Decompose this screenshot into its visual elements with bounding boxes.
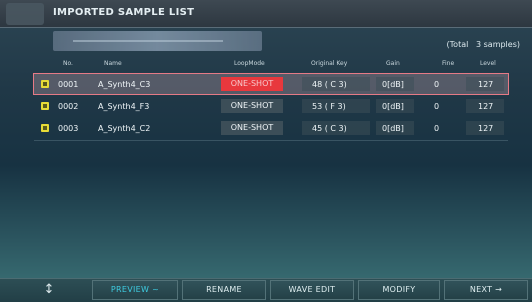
row-no: 0003 (58, 124, 79, 133)
row-original-key[interactable]: 45 ( C 3) (312, 124, 347, 133)
window-title: IMPORTED SAMPLE LIST (53, 7, 195, 18)
row-original-key[interactable]: 48 ( C 3) (312, 80, 347, 89)
total-value: 3 samples) (475, 40, 520, 49)
title-bar: IMPORTED SAMPLE LIST (0, 0, 532, 28)
wave-edit-button[interactable]: WAVE EDIT (270, 280, 354, 300)
row-name: A_Synth4_F3 (98, 102, 150, 111)
sample-row[interactable]: 0002 A_Synth4_F3 ONE-SHOT 53 ( F 3) 0[dB… (34, 96, 508, 116)
path-text-blur (73, 40, 223, 42)
row-name: A_Synth4_C3 (98, 80, 151, 89)
rename-button[interactable]: RENAME (182, 280, 266, 300)
header-no: No. (63, 60, 73, 67)
header-name: Name (104, 60, 122, 67)
row-gain[interactable]: 0[dB] (382, 124, 404, 133)
row-level[interactable]: 127 (478, 80, 493, 89)
header-loop-mode: LoopMode (234, 60, 265, 67)
header-level: Level (480, 60, 496, 67)
sample-marker-icon (41, 124, 49, 132)
header-original-key: Original Key (311, 60, 348, 67)
row-loop-mode[interactable]: ONE-SHOT (221, 99, 283, 113)
header-fine: Fine (442, 60, 455, 67)
sample-marker-icon (41, 80, 49, 88)
total-samples-label: (Total 3 samples) (447, 40, 520, 49)
sample-row[interactable]: 0001 A_Synth4_C3 ONE-SHOT 48 ( C 3) 0[dB… (33, 73, 509, 95)
row-fine[interactable]: 0 (434, 80, 439, 89)
row-loop-mode[interactable]: ONE-SHOT (221, 121, 283, 135)
row-loop-mode[interactable]: ONE-SHOT (221, 77, 283, 91)
total-label: (Total (446, 40, 469, 49)
updown-arrow-icon[interactable]: ↕ (40, 281, 58, 299)
row-level[interactable]: 127 (478, 102, 493, 111)
row-gain[interactable]: 0[dB] (382, 102, 404, 111)
row-fine[interactable]: 0 (434, 102, 439, 111)
next-button[interactable]: NEXT → (444, 280, 528, 300)
modify-button[interactable]: MODIFY (358, 280, 440, 300)
list-divider (34, 140, 508, 141)
column-header-row: No. Name LoopMode Original Key Gain Fine… (34, 60, 508, 74)
row-gain[interactable]: 0[dB] (382, 80, 404, 89)
row-level[interactable]: 127 (478, 124, 493, 133)
row-name: A_Synth4_C2 (98, 124, 151, 133)
row-no: 0001 (58, 80, 79, 89)
row-fine[interactable]: 0 (434, 124, 439, 133)
row-no: 0002 (58, 102, 79, 111)
path-display-field (53, 31, 262, 51)
preview-button[interactable]: PREVIEW ~ (92, 280, 178, 300)
sample-row[interactable]: 0003 A_Synth4_C2 ONE-SHOT 45 ( C 3) 0[dB… (34, 118, 508, 138)
row-original-key[interactable]: 53 ( F 3) (312, 102, 346, 111)
menu-tab-button[interactable] (6, 3, 44, 25)
sample-marker-icon (41, 102, 49, 110)
header-gain: Gain (386, 60, 400, 67)
